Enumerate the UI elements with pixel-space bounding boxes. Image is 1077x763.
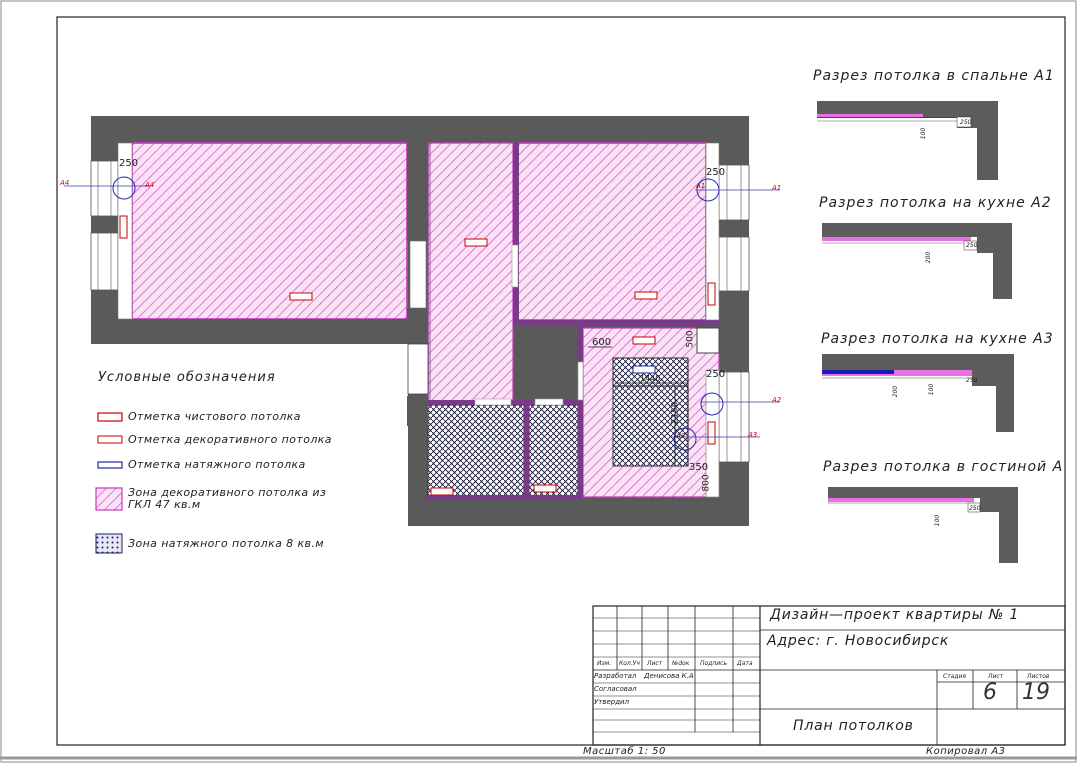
wc-stretch-zone (528, 404, 579, 498)
section-a4-dim: 100 (934, 514, 942, 527)
legend-item-decorative-ceiling: Отметка декоративного потолка (128, 433, 332, 446)
stamp-row-developer: Разработал (594, 672, 637, 680)
dim-250-right-mid: 250 (706, 369, 726, 380)
legend-item-clean-ceiling: Отметка чистового потолка (128, 410, 301, 423)
legend-item-stretch-ceiling: Отметка натяжного потолка (128, 458, 306, 471)
cut-label-a3-b: А3 (676, 432, 686, 440)
stamp-address: Адрес: г. Новосибирск (767, 633, 950, 649)
dim-350: 350 (689, 462, 709, 473)
section-a2-title: Разрез потолка на кухне А2 (819, 195, 1052, 211)
cut-label-a1: А1 (772, 184, 782, 192)
legend-item-stretch-zone: Зона натяжного потолка 8 кв.м (128, 537, 324, 550)
stamp-row-confirmed: Утвердил (594, 698, 630, 706)
dim-1440: 1440 (640, 374, 661, 383)
dim-250-right-top: 250 (706, 167, 726, 178)
dim-250-left: 250 (119, 158, 139, 169)
section-a4-dim2: 250 (969, 505, 981, 512)
cut-label-a4-left: А4 (60, 179, 70, 187)
stamp-header-date: Дата (737, 660, 753, 667)
dim-800: 800 (701, 474, 712, 492)
stamp-sheets-total: 19 (1022, 680, 1050, 705)
stamp-sheet-label: Лист (988, 673, 1004, 680)
dim-600: 600 (592, 337, 612, 348)
dim-2150: 2150 (670, 401, 681, 425)
corridor-ceiling-zone (427, 142, 514, 402)
section-a3-dim3: 250 (966, 377, 978, 384)
stamp-header-sign: Подпись (700, 660, 727, 667)
stamp-header-doc: №doк (672, 660, 690, 667)
section-a3-dim2: 100 (928, 383, 936, 396)
cut-label-a3: А3 (748, 431, 758, 439)
stamp-row-approved: Согласовал (594, 685, 637, 693)
section-a3-title: Разрез потолка на кухне А3 (821, 331, 1054, 347)
legend-item-gkl-zone-area: ГКЛ 47 кв.м (128, 498, 201, 511)
stamp-sheet-number: 6 (983, 680, 997, 705)
section-a2-dim: 200 (925, 251, 933, 264)
bath-stretch-zone (427, 404, 525, 498)
living-ceiling-zone (517, 142, 707, 321)
stamp-header-izm: Изм. (597, 660, 612, 667)
section-a2-dim2: 250 (966, 242, 978, 249)
section-a1-title: Разрез потолка в спальне А1 (813, 68, 1055, 84)
cut-label-a2: А2 (772, 396, 782, 404)
section-a1-dim: 100 (920, 127, 928, 140)
stamp-header-kol: Кол.Уч (619, 660, 640, 667)
stamp-sheet-title: План потолков (793, 718, 914, 734)
stamp-stage-label: Стадия (943, 673, 967, 680)
section-a1-dim2: 250 (960, 119, 972, 126)
cut-label-a1-b: А1 (696, 182, 706, 190)
stamp-header-list: Лист (647, 660, 663, 667)
legend-title: Условные обозначения (98, 370, 276, 385)
stamp-row-developer-name: Денисова К.А (644, 672, 694, 680)
footer-scale: Масштаб 1: 50 (583, 746, 666, 757)
stamp-sheets-label: Листов (1027, 673, 1050, 680)
dim-500: 500 (685, 330, 696, 348)
footer-format: Копировал А3 (926, 746, 1006, 757)
section-a4-title: Разрез потолка в гостиной А (823, 459, 1064, 475)
section-a3-dim: 200 (892, 385, 900, 398)
bedroom-ceiling-zone (131, 142, 408, 320)
stamp-project-title: Дизайн—проект квартиры № 1 (770, 607, 1020, 623)
cut-label-a4-right: А4 (145, 181, 155, 189)
